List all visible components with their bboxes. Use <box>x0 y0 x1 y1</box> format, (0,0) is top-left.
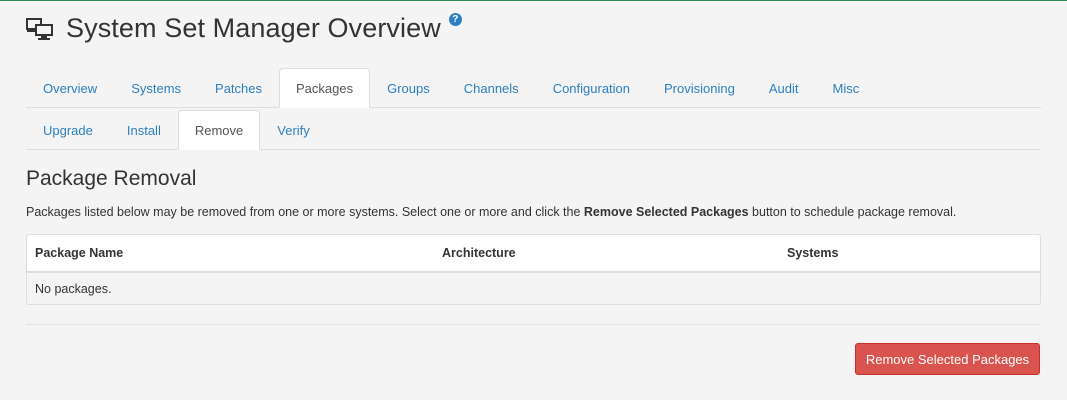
packages-table: Package Name Architecture Systems No pac… <box>26 234 1041 305</box>
tab-configuration[interactable]: Configuration <box>536 68 647 107</box>
tab-patches[interactable]: Patches <box>198 68 279 107</box>
column-package-name[interactable]: Package Name <box>35 235 123 271</box>
empty-message: No packages. <box>35 282 112 296</box>
tab-audit[interactable]: Audit <box>752 68 816 107</box>
remove-selected-packages-button[interactable]: Remove Selected Packages <box>855 343 1040 375</box>
page-header: System Set Manager Overview ? <box>26 13 462 44</box>
tab-provisioning[interactable]: Provisioning <box>647 68 752 107</box>
tab-packages[interactable]: Packages <box>279 68 371 108</box>
tab-groups[interactable]: Groups <box>370 68 447 107</box>
tab-install[interactable]: Install <box>110 110 178 149</box>
system-set-icon <box>26 17 53 40</box>
section-description: Packages listed below may be removed fro… <box>26 205 956 219</box>
tab-overview[interactable]: Overview <box>26 68 114 107</box>
tab-upgrade[interactable]: Upgrade <box>26 110 110 149</box>
tab-channels[interactable]: Channels <box>447 68 536 107</box>
table-header: Package Name Architecture Systems <box>27 235 1040 273</box>
tab-verify[interactable]: Verify <box>260 110 327 149</box>
primary-tabs: Overview Systems Patches Packages Groups… <box>26 68 1041 108</box>
description-text-end: button to schedule package removal. <box>748 205 957 219</box>
column-systems[interactable]: Systems <box>787 235 838 271</box>
section-title: Package Removal <box>26 167 197 190</box>
column-architecture[interactable]: Architecture <box>442 235 516 271</box>
secondary-tabs: Upgrade Install Remove Verify <box>26 110 1041 150</box>
tab-remove[interactable]: Remove <box>177 110 261 150</box>
tab-misc[interactable]: Misc <box>815 68 876 107</box>
divider <box>26 324 1041 325</box>
page-title: System Set Manager Overview <box>66 13 441 43</box>
description-bold: Remove Selected Packages <box>583 205 749 219</box>
help-icon[interactable]: ? <box>448 13 462 26</box>
description-text: Packages listed below may be removed fro… <box>26 205 584 219</box>
tab-systems[interactable]: Systems <box>114 68 198 107</box>
